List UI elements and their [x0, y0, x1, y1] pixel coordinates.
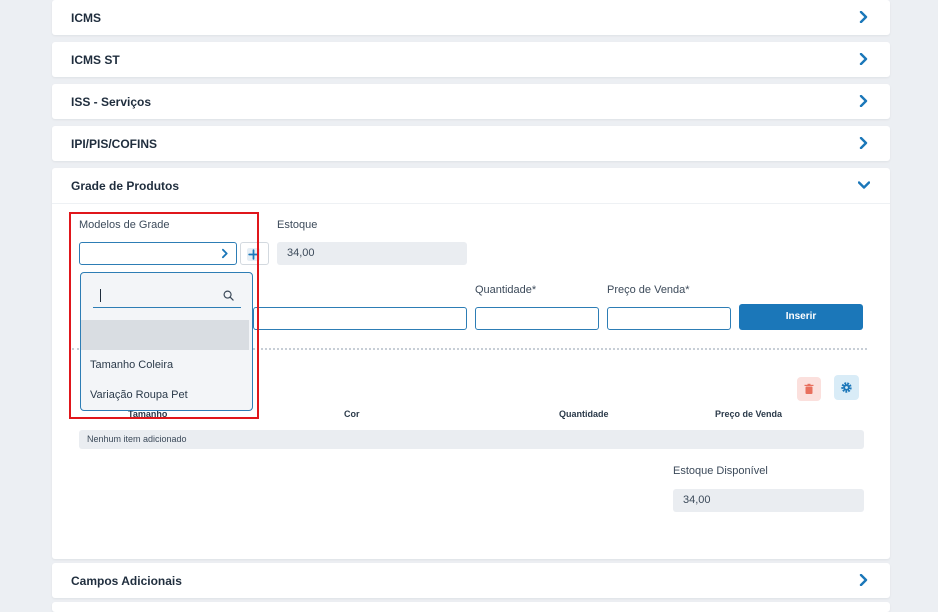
- estoque-label: Estoque: [277, 219, 318, 231]
- accordion-iss[interactable]: ISS - Serviços: [52, 84, 890, 119]
- settings-button[interactable]: [834, 375, 859, 400]
- chevron-right-icon[interactable]: [858, 137, 870, 149]
- estoque-disponivel-field: 34,00: [673, 489, 864, 512]
- estoque-disponivel-label: Estoque Disponível: [673, 465, 768, 477]
- gear-icon: [841, 382, 852, 393]
- accordion-campos-adicionais[interactable]: Campos Adicionais: [52, 563, 890, 598]
- accordion-title-icms: ICMS: [71, 11, 101, 25]
- table-header-cor: Cor: [344, 409, 360, 419]
- empty-table-message: Nenhum item adicionado: [87, 434, 187, 444]
- inserir-button[interactable]: Inserir: [739, 304, 863, 330]
- accordion-title-campos-adicionais: Campos Adicionais: [71, 574, 182, 588]
- table-header-quantidade: Quantidade: [559, 409, 609, 419]
- table-header-preco-venda: Preço de Venda: [715, 409, 783, 419]
- variacao-input[interactable]: [253, 307, 467, 330]
- accordion-icms[interactable]: ICMS: [52, 0, 890, 35]
- quantidade-label: Quantidade*: [475, 284, 537, 296]
- chevron-down-icon[interactable]: [858, 179, 870, 191]
- quantidade-input[interactable]: [475, 307, 599, 330]
- trash-icon: [804, 383, 814, 394]
- chevron-right-icon[interactable]: [858, 53, 870, 65]
- empty-table-row: Nenhum item adicionado: [79, 430, 864, 449]
- preco-venda-input[interactable]: [607, 307, 731, 330]
- accordion-title-icms-st: ICMS ST: [71, 53, 120, 67]
- accordion-title-iss: ISS - Serviços: [71, 95, 152, 109]
- chevron-right-icon[interactable]: [858, 574, 870, 586]
- delete-button[interactable]: [797, 377, 821, 401]
- chevron-right-icon[interactable]: [858, 95, 870, 107]
- estoque-field: 34,00: [277, 242, 467, 265]
- chevron-right-icon[interactable]: [858, 11, 870, 23]
- highlight-box: [69, 212, 259, 419]
- preco-venda-label: Preço de Venda*: [607, 284, 690, 296]
- accordion-next-partial: [52, 602, 890, 612]
- accordion-title-grade: Grade de Produtos: [71, 179, 180, 193]
- accordion-title-ipi-pis-cofins: IPI/PIS/COFINS: [71, 137, 158, 151]
- accordion-header-grade[interactable]: Grade de Produtos: [52, 168, 890, 204]
- accordion-ipi-pis-cofins[interactable]: IPI/PIS/COFINS: [52, 126, 890, 161]
- accordion-icms-st[interactable]: ICMS ST: [52, 42, 890, 77]
